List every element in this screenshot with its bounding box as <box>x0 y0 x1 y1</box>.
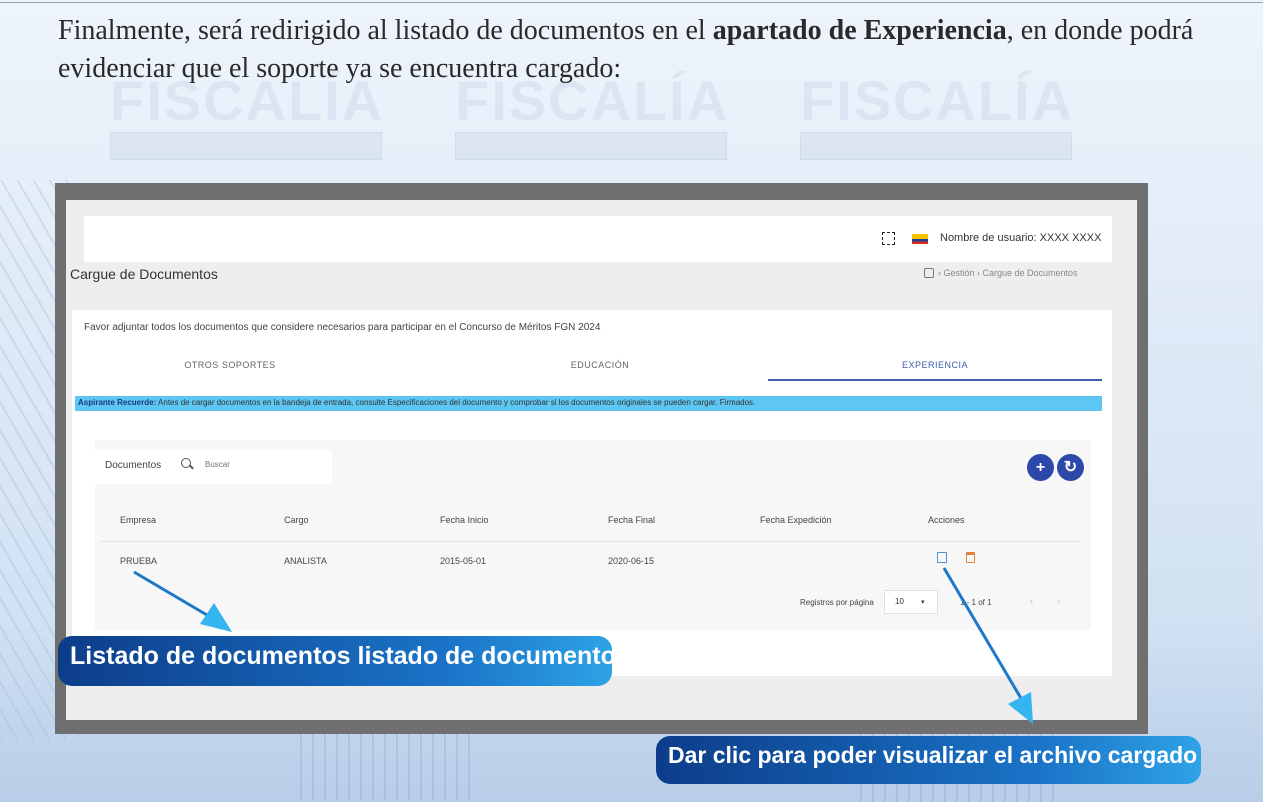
trash-icon[interactable] <box>966 552 975 563</box>
cell-fecha-final: 2020-06-15 <box>608 556 655 566</box>
page-title: Cargue de Documentos <box>70 266 218 282</box>
column-header-fecha-final[interactable]: Fecha Final <box>608 515 655 525</box>
home-icon[interactable] <box>924 268 934 278</box>
notice-bold: Aspirante Recuerde: <box>78 398 157 407</box>
column-header-cargo[interactable]: Cargo <box>284 515 309 525</box>
top-rule <box>0 2 1263 3</box>
fullscreen-icon[interactable] <box>882 232 895 245</box>
cell-empresa: PRUEBA <box>120 556 158 566</box>
documents-label: Documentos <box>105 460 162 471</box>
refresh-button[interactable]: ↻ <box>1057 454 1084 481</box>
previous-page-button[interactable]: ‹ <box>1030 596 1033 607</box>
rows-per-page-label: Registros por página <box>800 598 874 607</box>
cell-cargo: ANALISTA <box>284 556 327 566</box>
edit-icon[interactable] <box>937 552 947 563</box>
tab-experiencia[interactable]: EXPERIENCIA <box>835 360 1035 370</box>
watermark-band <box>455 132 727 160</box>
callout-list-text: Listado de documentos listado de documen… <box>70 642 630 670</box>
intro-text-start: Finalmente, será redirigido al listado d… <box>58 15 713 46</box>
column-header-acciones: Acciones <box>928 515 965 525</box>
cell-fecha-inicio: 2015-05-01 <box>440 556 487 566</box>
chevron-down-icon: ▾ <box>921 599 925 606</box>
add-document-button[interactable]: + <box>1027 454 1054 481</box>
user-name[interactable]: Nombre de usuario: XXXX XXXX <box>940 232 1101 244</box>
callout-view-text: Dar clic para poder visualizar el archiv… <box>668 742 1198 768</box>
pagination-range: 1 - 1 of 1 <box>960 598 992 607</box>
column-header-fecha-inicio[interactable]: Fecha Inicio <box>440 515 489 525</box>
rows-per-page-select[interactable] <box>884 590 938 614</box>
intro-paragraph: Finalmente, será redirigido al listado d… <box>58 12 1238 88</box>
breadcrumb[interactable]: › Gestión › Cargue de Documentos <box>938 268 1078 278</box>
notice-text: Aspirante Recuerde: Antes de cargar docu… <box>78 398 755 407</box>
rows-per-page-value: 10 <box>895 597 904 606</box>
next-page-button[interactable]: › <box>1057 596 1060 607</box>
watermark-band <box>800 132 1072 160</box>
tab-educacion[interactable]: EDUCACIÓN <box>500 360 700 370</box>
notice-body: Antes de cargar documentos en la bandeja… <box>156 398 756 407</box>
tab-otros-soportes[interactable]: OTROS SOPORTES <box>130 360 330 370</box>
search-input[interactable] <box>205 460 305 469</box>
search-icon[interactable] <box>181 458 191 468</box>
column-header-empresa[interactable]: Empresa <box>120 515 156 525</box>
instructions-text: Favor adjuntar todos los documentos que … <box>84 322 601 333</box>
column-header-fecha-expedicion[interactable]: Fecha Expedición <box>760 515 832 525</box>
active-tab-indicator <box>768 379 1102 381</box>
table-divider <box>100 541 1082 542</box>
watermark-band <box>110 132 382 160</box>
intro-bold: apartado de Experiencia <box>712 15 1007 46</box>
colombia-flag-icon[interactable] <box>912 234 928 244</box>
